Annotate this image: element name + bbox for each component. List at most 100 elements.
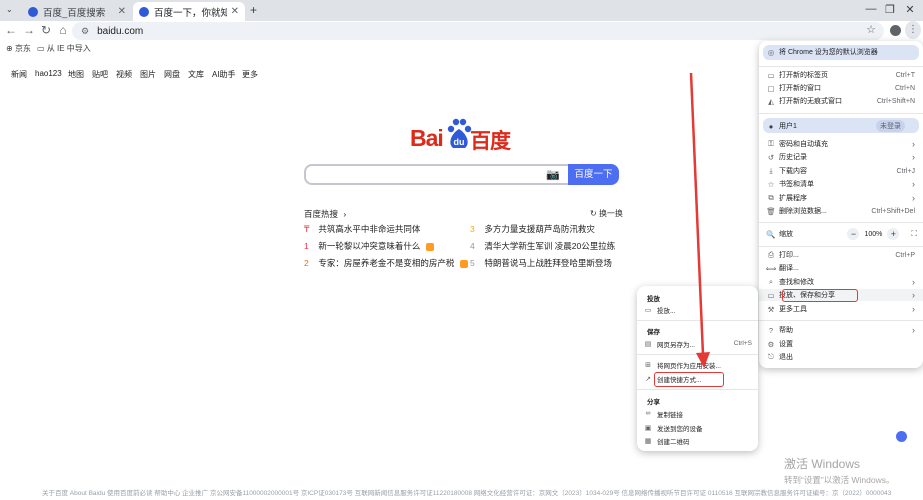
nav-tieba[interactable]: 贴吧 bbox=[92, 69, 108, 80]
tab-close-icon[interactable]: ✕ bbox=[118, 6, 126, 17]
fullscreen-icon[interactable]: ⛶ bbox=[911, 229, 917, 239]
forward-icon[interactable]: → bbox=[21, 23, 37, 37]
menu-new-window[interactable]: ▢ 打开新的窗口 Ctrl+N bbox=[759, 82, 923, 94]
menu-new-tab[interactable]: ▭ 打开新的标签页 Ctrl+T bbox=[759, 69, 923, 81]
chevron-right-icon: › bbox=[912, 193, 915, 203]
save-page-icon: ▤ bbox=[644, 340, 652, 348]
menu-print[interactable]: ⎙ 打印... Ctrl+P bbox=[759, 249, 923, 261]
back-icon[interactable]: ← bbox=[3, 23, 19, 37]
menu-history[interactable]: ↺ 历史记录 › bbox=[759, 151, 923, 163]
puzzle-icon: ⧉ bbox=[768, 193, 774, 202]
cast-icon: ▭ bbox=[644, 306, 652, 314]
profile-avatar-icon[interactable] bbox=[890, 25, 901, 36]
hot-item[interactable]: 1 新一轮黎以冲突意味着什么 bbox=[304, 240, 434, 252]
menu-clear-data[interactable]: 🗑 删除浏览数据... Ctrl+Shift+Del bbox=[759, 205, 923, 217]
nav-hao123[interactable]: hao123 bbox=[35, 69, 62, 78]
menu-zoom: 🔍 缩放 − 100% + ⛶ bbox=[759, 227, 923, 241]
chevron-right-icon: › bbox=[912, 290, 915, 300]
menu-default-browser[interactable]: ◎ 将 Chrome 设为您的默认浏览器 bbox=[759, 46, 923, 58]
new-tab-button[interactable]: + bbox=[250, 3, 257, 17]
tab-search-icon[interactable]: ⌄ bbox=[6, 5, 16, 15]
menu-bookmarks[interactable]: ☆ 书签和清单 › bbox=[759, 178, 923, 190]
address-bar[interactable]: ⚙ baidu.com bbox=[72, 22, 884, 40]
menu-kebab-icon[interactable]: ⋮ bbox=[905, 21, 921, 39]
menu-passwords[interactable]: ⚿ 密码和自动填充 › bbox=[759, 138, 923, 150]
annotation-box-create-shortcut bbox=[654, 372, 724, 387]
home-icon[interactable]: ⌂ bbox=[55, 23, 71, 37]
menu-find[interactable]: ⌕ 查找和修改 › bbox=[759, 276, 923, 288]
submenu-qr-code[interactable]: ▦ 创建二维码 bbox=[637, 435, 758, 446]
history-icon: ↺ bbox=[767, 152, 775, 162]
bookmark-import-ie[interactable]: ▭ 从 IE 中导入 bbox=[37, 43, 91, 54]
help-badge-icon[interactable] bbox=[896, 431, 907, 442]
cast-icon: ▭ bbox=[767, 290, 775, 300]
install-app-icon: ⊞ bbox=[645, 361, 651, 369]
submenu-save-page[interactable]: ▤ 网页另存为... Ctrl+S bbox=[637, 338, 758, 349]
nav-ai[interactable]: AI助手 bbox=[212, 69, 236, 80]
bookmark-jd[interactable]: ⊕ 京东 bbox=[6, 43, 31, 54]
submenu-cast[interactable]: ▭ 投放... bbox=[637, 304, 758, 315]
restore-button[interactable]: ❐ bbox=[881, 3, 899, 16]
submenu-install-app[interactable]: ⊞ 将网页作为应用安装... bbox=[637, 359, 758, 370]
hot-item[interactable]: 3 多方力量支援葫芦岛防汛救灾 bbox=[470, 223, 595, 235]
new-tab-icon: ▭ bbox=[767, 70, 775, 80]
toolbar: ← → ↻ ⌂ ⚙ baidu.com ☆ ⋮ bbox=[0, 21, 923, 41]
submenu-copy-link[interactable]: ∞ 复制链接 bbox=[637, 408, 758, 419]
chrome-main-menu: ◎ 将 Chrome 设为您的默认浏览器 ▭ 打开新的标签页 Ctrl+T ▢ … bbox=[759, 41, 923, 368]
menu-downloads[interactable]: ⤓ 下载内容 Ctrl+J bbox=[759, 165, 923, 177]
trash-icon: 🗑 bbox=[766, 206, 776, 216]
chrome-icon: ◎ bbox=[767, 47, 775, 57]
menu-settings[interactable]: ⚙ 设置 bbox=[759, 338, 923, 350]
tab-title: 百度_百度搜索 bbox=[43, 7, 106, 19]
nav-image[interactable]: 图片 bbox=[140, 69, 156, 80]
tab-close-icon[interactable]: ✕ bbox=[231, 6, 239, 17]
menu-profile[interactable]: ● 用户1 未登录 bbox=[759, 120, 923, 132]
minimize-button[interactable]: — bbox=[862, 3, 880, 15]
menu-more-tools[interactable]: ⚒ 更多工具 › bbox=[759, 303, 923, 315]
hot-item[interactable]: 4 清华大学新生军训 凌晨20公里拉练 bbox=[470, 240, 615, 252]
search-button[interactable]: 百度一下 bbox=[568, 164, 619, 185]
baidu-logo: Bai du 百度 bbox=[410, 118, 516, 155]
annotation-box-cast-save-share bbox=[782, 289, 858, 302]
hot-badge-icon bbox=[459, 259, 468, 268]
close-window-button[interactable]: ✕ bbox=[901, 3, 919, 16]
nav-news[interactable]: 新闻 bbox=[11, 69, 27, 80]
zoom-in-button[interactable]: + bbox=[887, 228, 900, 240]
camera-icon[interactable]: 📷 bbox=[546, 168, 560, 181]
folder-icon: ▭ bbox=[37, 44, 45, 53]
hot-search-title[interactable]: 百度热搜 › bbox=[304, 208, 346, 220]
menu-help[interactable]: ? 帮助 › bbox=[759, 324, 923, 336]
hot-item[interactable]: 5 特朗普说马上战胜拜登哈里斯登场 bbox=[470, 257, 612, 269]
bookmark-star-icon[interactable]: ☆ bbox=[863, 23, 879, 36]
gear-icon: ⚙ bbox=[767, 339, 775, 349]
hot-item[interactable]: ₸ 共筑高水平中非命运共同体 bbox=[304, 223, 420, 235]
zoom-icon: 🔍 bbox=[766, 229, 776, 239]
nav-map[interactable]: 地图 bbox=[68, 69, 84, 80]
hot-refresh-button[interactable]: ↻ 换一换 bbox=[590, 208, 623, 219]
zoom-out-button[interactable]: − bbox=[847, 228, 860, 240]
menu-extensions[interactable]: ⧉ 扩展程序 › bbox=[759, 192, 923, 204]
url-text: baidu.com bbox=[97, 25, 144, 37]
tab-baidu-search[interactable]: 百度_百度搜索 ✕ bbox=[22, 2, 132, 21]
nav-pan[interactable]: 网盘 bbox=[164, 69, 180, 80]
submenu-divider bbox=[637, 389, 758, 390]
nav-more[interactable]: 更多 bbox=[242, 69, 258, 80]
nav-wenku[interactable]: 文库 bbox=[188, 69, 204, 80]
hot-item[interactable]: 2 专家：房屋养老金不是变相的房产税 bbox=[304, 257, 468, 269]
menu-exit[interactable]: ⎋ 退出 bbox=[759, 351, 923, 363]
site-info-icon[interactable]: ⚙ bbox=[81, 26, 89, 37]
devices-icon: ▣ bbox=[644, 424, 652, 432]
download-icon: ⤓ bbox=[769, 166, 773, 175]
menu-translate[interactable]: ⟺ 翻译... bbox=[759, 262, 923, 274]
reload-icon[interactable]: ↻ bbox=[38, 23, 54, 37]
nav-video[interactable]: 视频 bbox=[116, 69, 132, 80]
search-input[interactable]: 📷 bbox=[304, 164, 568, 185]
tab-title: 百度一下，你就知道 bbox=[154, 7, 227, 19]
chevron-right-icon: › bbox=[912, 139, 915, 149]
baidu-footer: 关于百度 About Baidu 使用百度前必读 帮助中心 企业推广 京公网安备… bbox=[42, 490, 892, 497]
menu-incognito[interactable]: ◭ 打开新的无痕式窗口 Ctrl+Shift+N bbox=[759, 95, 923, 107]
qr-code-icon: ▦ bbox=[644, 437, 652, 445]
tab-baidu-home[interactable]: 百度一下，你就知道 ✕ bbox=[133, 2, 245, 21]
menu-divider bbox=[759, 113, 923, 114]
submenu-send-devices[interactable]: ▣ 发送到您的设备 bbox=[637, 422, 758, 433]
